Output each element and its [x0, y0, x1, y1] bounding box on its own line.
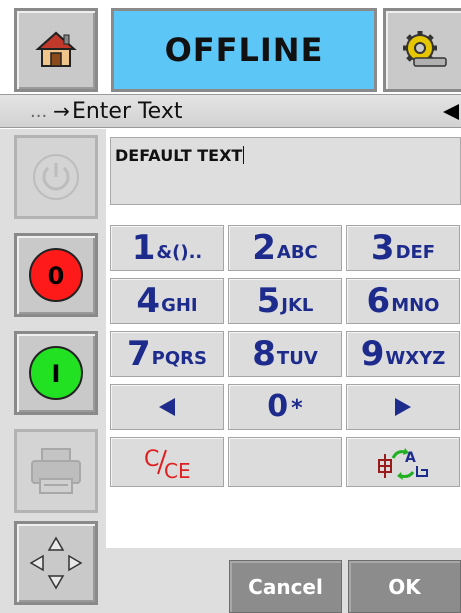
status-text: OFFLINE — [164, 31, 324, 69]
key-2[interactable]: 2 ABC — [228, 225, 342, 271]
key-digit: 9 — [360, 334, 385, 374]
navigation-button[interactable] — [14, 521, 98, 605]
clear-icon: C CE — [144, 447, 191, 482]
key-1[interactable]: 1 &().. — [110, 225, 224, 271]
arrows-icon — [29, 536, 83, 590]
input-mode-icon: A — [378, 448, 428, 480]
status-display: OFFLINE — [111, 8, 377, 92]
key-digit: 6 — [366, 281, 391, 321]
key-8[interactable]: 8 TUV — [228, 331, 342, 377]
key-3[interactable]: 3 DEF — [346, 225, 460, 271]
key-6[interactable]: 6 MNO — [346, 278, 460, 324]
key-4[interactable]: 4 GHI — [110, 278, 224, 324]
key-0[interactable]: 0 * — [228, 384, 342, 430]
settings-gear-icon — [402, 31, 447, 67]
page-title: Enter Text — [71, 98, 183, 124]
key-digit: 1 — [131, 228, 156, 268]
key-5[interactable]: 5 JKL — [228, 278, 342, 324]
key-digit: 4 — [136, 281, 161, 321]
key-letters: ABC — [276, 241, 318, 263]
printer-icon — [31, 448, 81, 494]
svg-text:C: C — [144, 447, 159, 472]
key-letters: JKL — [281, 294, 314, 316]
text-caret — [243, 146, 245, 164]
key-7[interactable]: 7 PQRS — [110, 331, 224, 377]
key-digit: 2 — [252, 228, 276, 268]
text-entry-value: DEFAULT TEXT — [115, 146, 243, 165]
ok-label: OK — [388, 574, 421, 599]
print-button[interactable] — [14, 429, 98, 513]
key-digit: 0 — [267, 389, 289, 424]
blank-key — [228, 437, 342, 487]
start-button[interactable]: I — [14, 331, 98, 415]
key-letters: PQRS — [151, 347, 207, 369]
left-arrow-icon — [159, 398, 175, 416]
text-entry-field[interactable]: DEFAULT TEXT — [110, 137, 461, 205]
breadcrumb-arrow-icon: → — [53, 99, 70, 123]
key-letters: MNO — [391, 294, 440, 316]
breadcrumb: ... → Enter Text — [0, 94, 461, 128]
back-arrow-icon[interactable] — [443, 104, 459, 120]
power-icon — [33, 154, 79, 200]
key-digit: 7 — [127, 334, 151, 374]
home-icon — [35, 31, 77, 67]
power-button[interactable] — [14, 135, 98, 219]
svg-text:A: A — [405, 450, 416, 466]
key-digit: 8 — [252, 334, 276, 374]
cursor-left-key[interactable] — [110, 384, 224, 430]
key-letters: TUV — [276, 347, 318, 369]
breadcrumb-ellipsis: ... — [30, 100, 48, 122]
ok-button[interactable]: OK — [348, 560, 461, 613]
key-letters: DEF — [395, 241, 436, 263]
clear-key[interactable]: C CE — [110, 437, 224, 487]
key-letters: &().. — [156, 241, 203, 263]
side-panel: 0 I — [0, 129, 106, 613]
right-arrow-icon — [395, 398, 411, 416]
key-letters: GHI — [161, 294, 198, 316]
start-label: I — [52, 360, 61, 388]
key-letters: * — [291, 395, 303, 421]
start-icon: I — [29, 346, 83, 400]
key-digit: 5 — [256, 281, 281, 321]
cancel-button[interactable]: Cancel — [229, 560, 342, 613]
key-9[interactable]: 9 WXYZ — [346, 331, 460, 377]
cursor-right-key[interactable] — [346, 384, 460, 430]
stop-icon: 0 — [29, 248, 83, 302]
key-letters: WXYZ — [385, 347, 446, 369]
key-digit: 3 — [370, 228, 395, 268]
cancel-label: Cancel — [248, 574, 323, 599]
home-button[interactable] — [14, 8, 98, 92]
stop-label: 0 — [48, 262, 65, 290]
svg-text:CE: CE — [164, 459, 191, 482]
input-mode-key[interactable]: A — [346, 437, 460, 487]
stop-button[interactable]: 0 — [14, 233, 98, 317]
settings-button[interactable] — [383, 8, 461, 92]
